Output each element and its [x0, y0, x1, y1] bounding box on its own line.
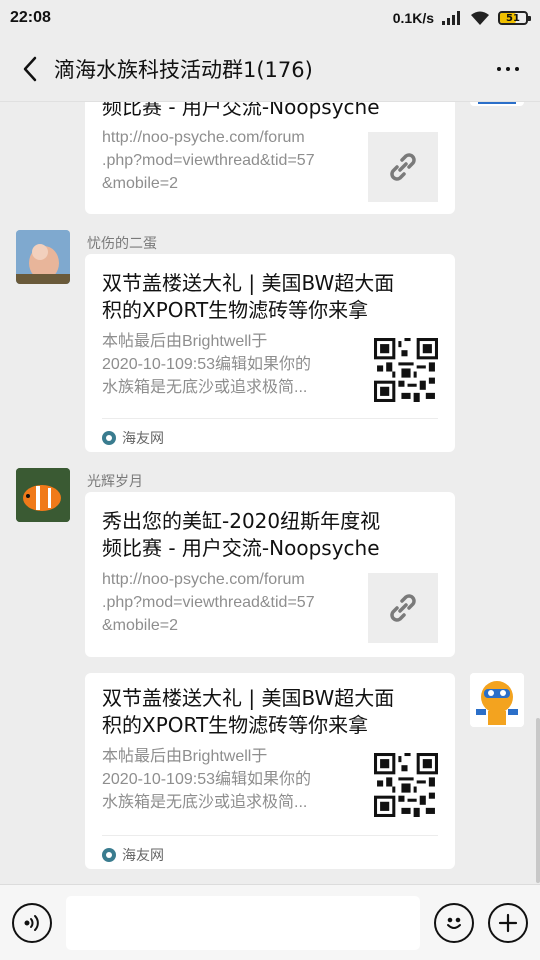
chat-header: 滴海水族科技活动群1(176): [0, 36, 540, 102]
link-card[interactable]: 频比赛 - 用户交流-Noopsyche http://noo-psyche.c…: [85, 102, 455, 214]
status-bar: 22:08 0.1K/s 51: [0, 0, 540, 36]
desc-line: &mobile=2: [102, 175, 179, 192]
link-card[interactable]: 秀出您的美缸-2020纽斯年度视 频比赛 - 用户交流-Noopsyche ht…: [85, 492, 455, 657]
signal-icon: [442, 11, 460, 25]
desc-line: 水族箱是无底沙或追求极简...: [102, 794, 308, 811]
emoji-icon: [447, 917, 461, 929]
desc-line: 水族箱是无底沙或追求极简...: [102, 379, 308, 396]
link-description: http://noo-psyche.com/forum .php?mod=vie…: [102, 126, 362, 195]
more-dots-icon: [497, 66, 501, 71]
miniprogram-card[interactable]: 双节盖楼送大礼 | 美国BW超大面 积的XPORT生物滤砖等你来拿 本帖最后由B…: [85, 254, 455, 452]
title-line: 频比赛 - 用户交流-Noopsyche: [102, 536, 380, 560]
avatar-self[interactable]: [470, 102, 524, 106]
link-chain-icon: [390, 153, 416, 181]
desc-line: &mobile=2: [102, 617, 179, 634]
link-title: 秀出您的美缸-2020纽斯年度视 频比赛 - 用户交流-Noopsyche: [102, 508, 380, 562]
link-thumbnail: [368, 573, 438, 643]
desc-line: .php?mod=viewthread&tid=57: [102, 152, 315, 169]
desc-line: http://noo-psyche.com/forum: [102, 129, 305, 146]
title-line: 秀出您的美缸-2020纽斯年度视: [102, 509, 381, 533]
avatar-sender[interactable]: [16, 230, 70, 284]
sender-name: 光辉岁月: [87, 474, 143, 490]
link-title: 频比赛 - 用户交流-Noopsyche: [102, 102, 380, 119]
input-bar: [0, 884, 540, 960]
back-button[interactable]: [12, 51, 48, 87]
plus-icon: [498, 913, 518, 932]
desc-line: 2020-10-109:53编辑如果你的: [102, 356, 311, 373]
battery-icon: 51: [498, 11, 531, 25]
link-description: http://noo-psyche.com/forum .php?mod=vie…: [102, 568, 362, 637]
card-divider: [102, 835, 438, 836]
voice-button[interactable]: [12, 902, 52, 943]
wifi-icon: [471, 11, 489, 25]
title-line: 积的XPORT生物滤砖等你来拿: [102, 298, 369, 322]
avatar-sender[interactable]: [16, 468, 70, 522]
sender-name: 忧伤的二蛋: [87, 236, 157, 252]
emoji-button[interactable]: [434, 902, 474, 943]
title-line: 双节盖楼送大礼 | 美国BW超大面: [102, 271, 395, 295]
chat-list[interactable]: 频比赛 - 用户交流-Noopsyche http://noo-psyche.c…: [0, 102, 540, 884]
card-title: 双节盖楼送大礼 | 美国BW超大面 积的XPORT生物滤砖等你来拿: [102, 685, 394, 739]
card-divider: [102, 418, 438, 419]
voice-icon: [24, 914, 39, 931]
qr-code-image: [374, 753, 438, 817]
title-line: 双节盖楼送大礼 | 美国BW超大面: [102, 686, 395, 710]
back-arrow-icon: [23, 56, 37, 81]
status-indicators: 0.1K/s 51: [392, 10, 531, 26]
card-description: 本帖最后由Brightwell于 2020-10-109:53编辑如果你的 水族…: [102, 745, 362, 814]
chat-title: 滴海水族科技活动群1(176): [54, 57, 313, 82]
source-logo-icon: [102, 848, 116, 862]
scrollbar[interactable]: [536, 718, 540, 883]
battery-level: 51: [506, 12, 520, 24]
title-line: 积的XPORT生物滤砖等你来拿: [102, 713, 369, 737]
card-source: 海友网: [102, 428, 164, 448]
source-logo-icon: [102, 431, 116, 445]
status-time: 22:08: [10, 9, 51, 26]
card-title: 双节盖楼送大礼 | 美国BW超大面 积的XPORT生物滤砖等你来拿: [102, 270, 394, 324]
source-label: 海友网: [122, 848, 164, 864]
more-button[interactable]: [488, 51, 528, 87]
plus-button[interactable]: [488, 902, 528, 943]
message-input[interactable]: [66, 895, 420, 950]
source-label: 海友网: [122, 431, 164, 447]
more-dot: [515, 66, 519, 71]
desc-line: .php?mod=viewthread&tid=57: [102, 594, 315, 611]
desc-line: 本帖最后由Brightwell于: [102, 748, 268, 765]
link-chain-icon: [390, 594, 416, 622]
network-speed: 0.1K/s: [392, 10, 434, 26]
card-source: 海友网: [102, 845, 164, 865]
card-description: 本帖最后由Brightwell于 2020-10-109:53编辑如果你的 水族…: [102, 330, 362, 399]
desc-line: 本帖最后由Brightwell于: [102, 333, 268, 350]
desc-line: 2020-10-109:53编辑如果你的: [102, 771, 311, 788]
more-dot: [506, 66, 510, 71]
link-thumbnail: [368, 132, 438, 202]
desc-line: http://noo-psyche.com/forum: [102, 571, 305, 588]
miniprogram-card[interactable]: 双节盖楼送大礼 | 美国BW超大面 积的XPORT生物滤砖等你来拿 本帖最后由B…: [85, 673, 455, 869]
qr-code-image: [374, 338, 438, 402]
avatar-self[interactable]: [470, 673, 524, 727]
